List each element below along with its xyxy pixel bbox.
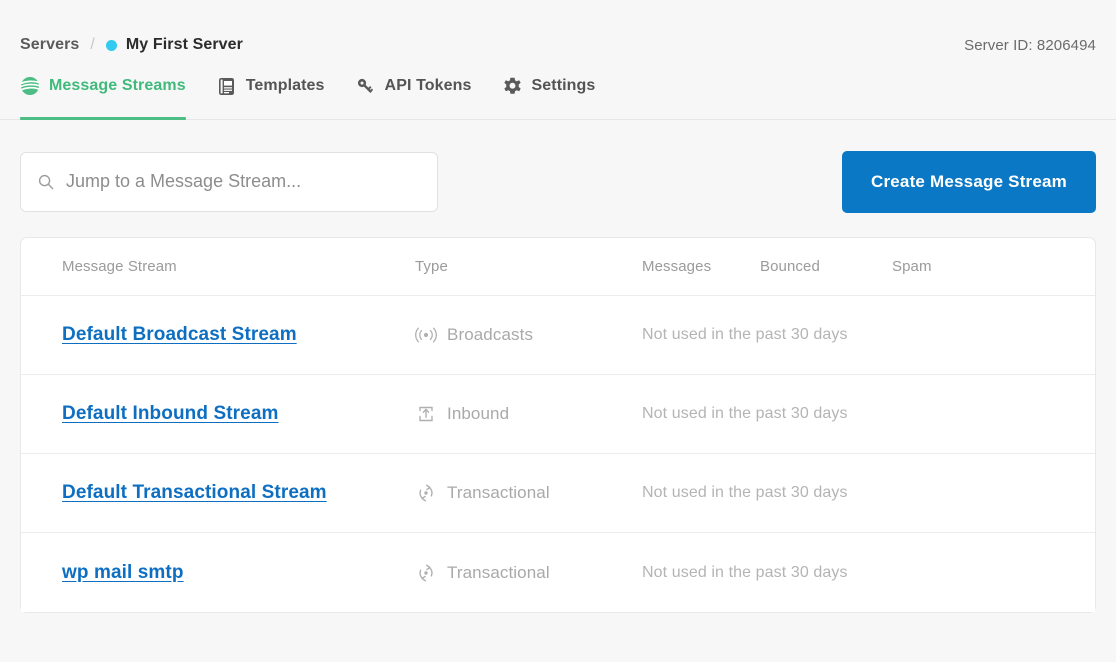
tab-api-tokens[interactable]: API Tokens <box>356 64 472 119</box>
stream-type-label: Broadcasts <box>447 325 534 344</box>
create-message-stream-button[interactable]: Create Message Stream <box>841 150 1096 213</box>
column-header-bounced: Bounced <box>760 258 820 275</box>
stream-toolbar: Create Message Stream <box>0 120 1116 216</box>
tab-templates[interactable]: Templates <box>217 64 325 119</box>
server-status-dot-icon <box>105 39 117 51</box>
stream-type-label: Transactional <box>447 483 550 502</box>
key-icon <box>356 76 376 96</box>
gear-icon <box>503 76 523 96</box>
stream-link[interactable]: Default Broadcast Stream <box>62 324 297 345</box>
usage-note: Not used in the past 30 days <box>642 405 848 422</box>
table-row[interactable]: Default Inbound Stream Inbound Not used … <box>21 375 1095 454</box>
message-streams-icon <box>20 76 40 96</box>
search-container <box>20 151 438 212</box>
messages-cell: Not used in the past 30 days <box>642 564 848 582</box>
stream-type-cell: Transactional <box>415 562 642 584</box>
table-row[interactable]: Default Transactional Stream Transaction… <box>21 454 1095 533</box>
main-tab-bar: Message Streams Templates API Tokens Set… <box>0 64 1116 120</box>
server-id-label: Server ID: 8206494 <box>964 36 1096 54</box>
inbound-tray-icon <box>415 403 437 425</box>
breadcrumb-current-server: My First Server <box>125 36 243 53</box>
table-row[interactable]: wp mail smtp Transactional Not used in t… <box>21 533 1095 612</box>
messages-cell: Not used in the past 30 days <box>642 484 848 502</box>
tab-message-streams[interactable]: Message Streams <box>20 64 186 120</box>
messages-cell: Not used in the past 30 days <box>642 405 848 423</box>
column-header-message-stream: Message Stream <box>62 258 177 275</box>
stream-type-label: Transactional <box>447 562 550 582</box>
tab-settings-label: Settings <box>531 77 596 94</box>
search-input[interactable] <box>20 151 438 212</box>
stream-type-cell: Broadcasts <box>415 324 642 346</box>
stream-type-label: Inbound <box>447 404 510 423</box>
transactional-cycle-icon <box>415 482 437 504</box>
breadcrumb: Servers / My First Server Server ID: 820… <box>0 0 1116 64</box>
stream-name-cell: Default Broadcast Stream <box>62 324 415 346</box>
stream-name-cell: Default Inbound Stream <box>62 403 415 425</box>
column-header-type: Type <box>415 258 448 275</box>
stream-link[interactable]: wp mail smtp <box>62 562 184 583</box>
breadcrumb-servers-link[interactable]: Servers <box>20 36 79 54</box>
stream-type-cell: Transactional <box>415 482 642 504</box>
broadcast-icon <box>415 324 437 346</box>
column-header-messages: Messages <box>642 258 712 275</box>
stream-link[interactable]: Default Inbound Stream <box>62 403 279 424</box>
table-header-row: Message Stream Type Messages Bounced Spa… <box>21 238 1095 296</box>
stream-type-cell: Inbound <box>415 403 642 425</box>
stream-name-cell: wp mail smtp <box>62 562 415 584</box>
message-streams-table: Message Stream Type Messages Bounced Spa… <box>21 238 1095 612</box>
message-streams-card: Message Stream Type Messages Bounced Spa… <box>20 237 1096 613</box>
usage-note: Not used in the past 30 days <box>642 326 848 343</box>
messages-cell: Not used in the past 30 days <box>642 326 848 344</box>
table-row[interactable]: Default Broadcast Stream Broadcasts Not … <box>21 296 1095 375</box>
tab-templates-label: Templates <box>245 77 325 94</box>
column-header-spam: Spam <box>892 258 932 275</box>
transactional-cycle-icon <box>415 562 437 584</box>
tab-message-streams-label: Message Streams <box>49 77 186 94</box>
stream-name-cell: Default Transactional Stream <box>62 482 415 504</box>
breadcrumb-separator: / <box>90 36 95 53</box>
tab-settings[interactable]: Settings <box>503 64 596 119</box>
stream-link[interactable]: Default Transactional Stream <box>62 482 327 503</box>
templates-icon <box>217 76 237 96</box>
usage-note: Not used in the past 30 days <box>642 484 848 501</box>
tab-api-tokens-label: API Tokens <box>384 77 472 94</box>
usage-note: Not used in the past 30 days <box>642 563 848 581</box>
